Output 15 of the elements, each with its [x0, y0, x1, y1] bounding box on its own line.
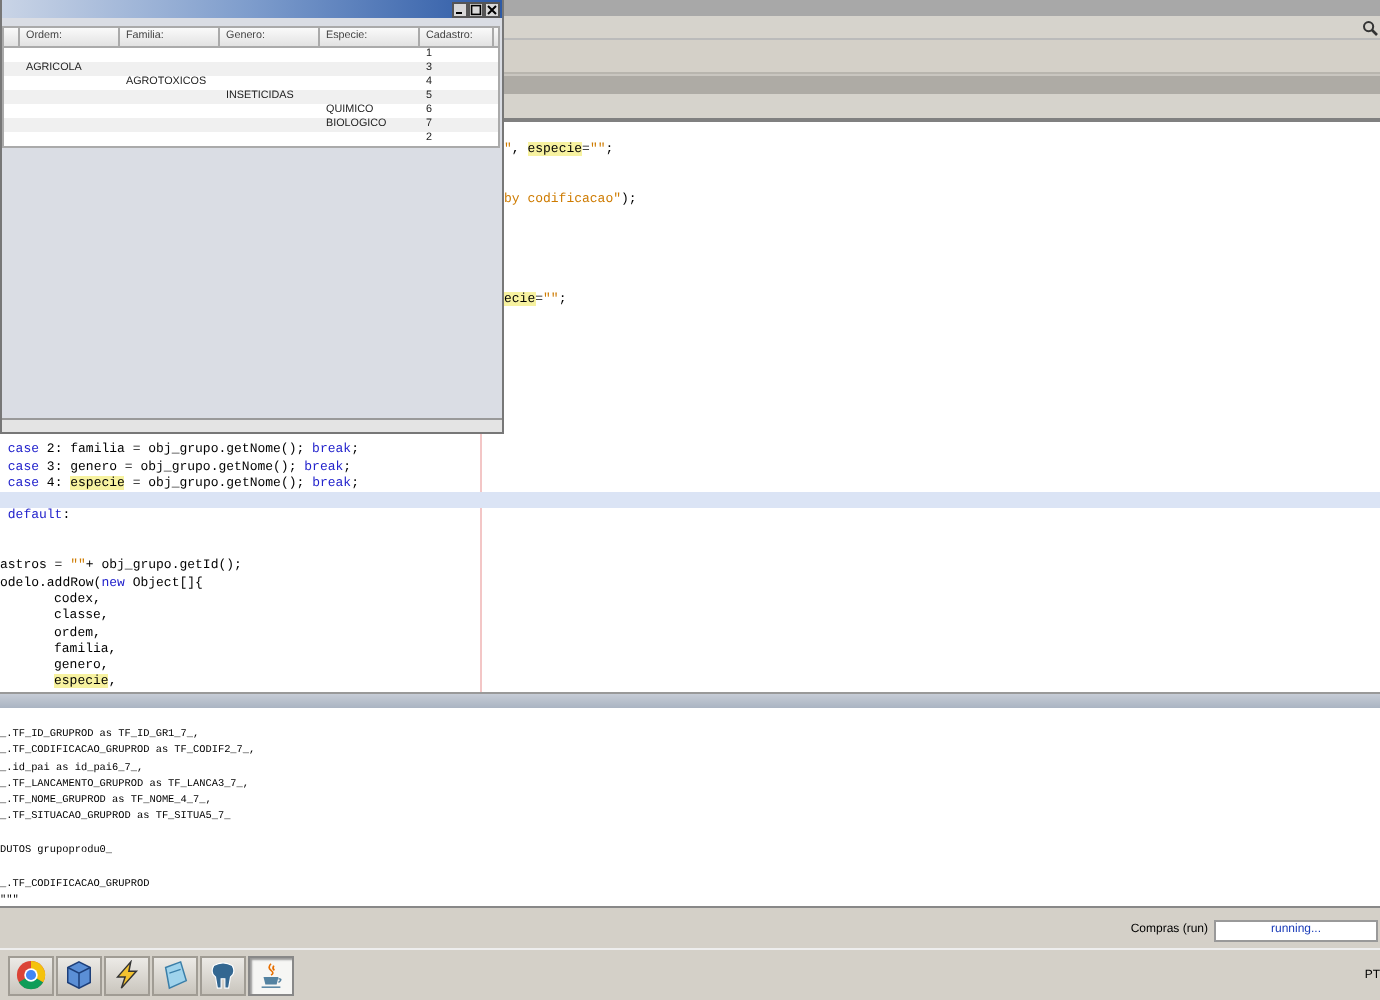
cube-icon	[64, 960, 94, 990]
cup-icon	[256, 960, 286, 990]
taskbar-button[interactable]	[200, 955, 246, 995]
search-icon[interactable]	[1362, 19, 1378, 35]
ring-icon	[16, 960, 46, 990]
taskbar-button[interactable]	[104, 955, 150, 995]
minimize-button[interactable]	[452, 1, 468, 17]
maximize-button[interactable]	[468, 1, 484, 17]
maximize-icon	[470, 3, 482, 15]
notepad-icon	[160, 960, 190, 990]
close-icon	[486, 3, 498, 15]
close-button[interactable]	[484, 1, 500, 17]
elephant-icon	[208, 960, 238, 990]
lightning-icon	[112, 960, 142, 990]
taskbar-button[interactable]	[56, 955, 102, 995]
